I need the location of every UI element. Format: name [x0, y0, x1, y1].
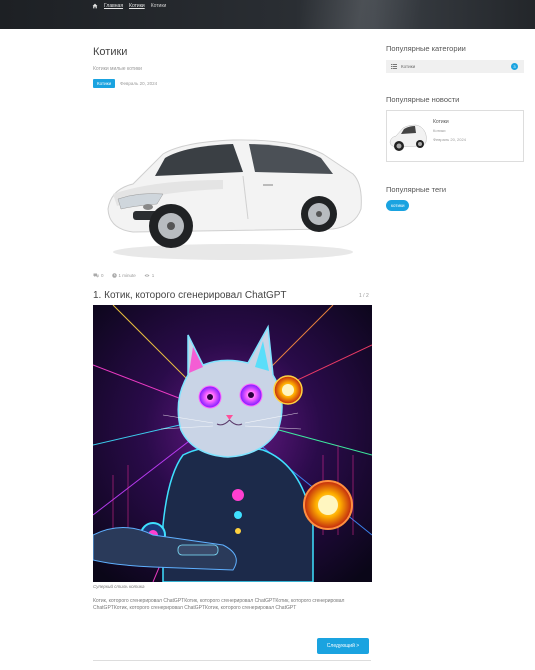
sidebar: Популярные категории Котики 3 Популярные… [386, 44, 524, 212]
pager: 1 / 2 [359, 293, 369, 299]
categories-heading: Популярные категории [386, 44, 466, 53]
breadcrumb-category[interactable]: Котики [129, 3, 145, 9]
news-card[interactable]: Котики Котики Февраль 20, 2024 [386, 110, 524, 162]
news-heading: Популярные новости [386, 95, 460, 104]
read-time-stat: 1 minute [111, 273, 136, 278]
post-text: Котик, которого сгенерировал ChatGPTКоти… [93, 598, 345, 611]
category-label: Котики [401, 64, 416, 69]
comments-icon [93, 273, 99, 278]
home-icon [92, 3, 98, 9]
eye-icon [144, 274, 150, 277]
sidebar-category-item[interactable]: Котики 3 [386, 60, 524, 73]
news-category: Котики [433, 128, 446, 133]
tag-pill[interactable]: котики [386, 200, 410, 211]
page-title: Котики [93, 46, 128, 58]
featured-car-image [93, 114, 373, 264]
views-stat: 1 [144, 273, 154, 278]
page-subtitle: Котики милые котики [93, 66, 142, 72]
breadcrumb: Главная Котики Котики [92, 3, 166, 9]
top-navbar: Главная Котики Котики [0, 0, 535, 29]
news-date: Февраль 20, 2024 [433, 137, 466, 142]
list-icon [391, 64, 397, 69]
breadcrumb-current: Котики [150, 3, 167, 9]
breadcrumb-home[interactable]: Главная [104, 3, 123, 9]
news-title[interactable]: Котики [433, 119, 449, 125]
category-badge[interactable]: Котики [93, 79, 116, 88]
divider [93, 660, 371, 661]
post-stats: 0 1 minute 1 [93, 273, 154, 278]
category-count-badge: 3 [511, 63, 518, 70]
next-button[interactable]: Следующий > [317, 638, 369, 654]
list-item-title: 1. Котик, которого сгенерировал ChatGPT [93, 290, 287, 301]
navbar-sheen [300, 0, 420, 29]
post-meta: Котики Февраль 20, 2024 [93, 79, 373, 88]
post-date: Февраль 20, 2024 [120, 81, 158, 86]
news-thumbnail [388, 118, 428, 156]
tags-heading: Популярные теги [386, 185, 447, 194]
clock-icon [111, 273, 117, 278]
image-caption: Суперкий стиль котика [93, 584, 145, 589]
comments-stat: 0 [93, 273, 104, 278]
main-content: Котики Котики милые котики Котики Феврал… [93, 46, 373, 661]
cyber-cat-image [93, 305, 372, 582]
